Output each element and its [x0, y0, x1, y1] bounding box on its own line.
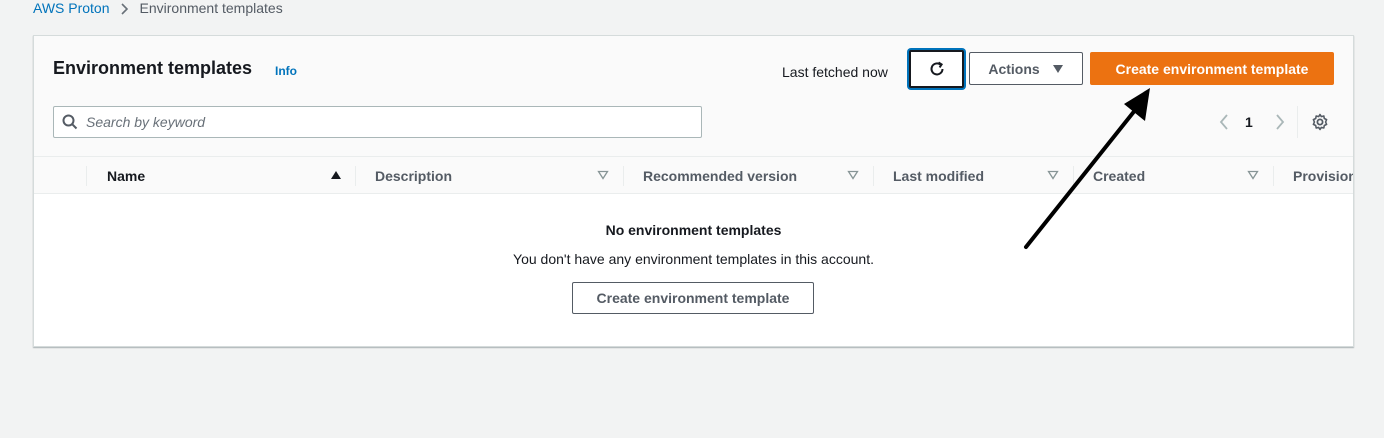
search-input[interactable] [86, 108, 701, 136]
column-separator [355, 166, 356, 186]
column-header-label: Created [1093, 167, 1146, 184]
column-header-label: Last modified [893, 167, 985, 184]
breadcrumb: AWS Proton Environment templates [33, 0, 283, 17]
search-field [53, 106, 702, 138]
last-fetched-text: Last fetched now [782, 64, 888, 80]
create-environment-template-button[interactable]: Create environment template [1090, 52, 1334, 85]
column-header-last-modified[interactable]: Last modified [893, 157, 1113, 194]
chevron-left-icon[interactable] [1216, 113, 1232, 131]
chevron-right-icon[interactable] [1272, 113, 1288, 131]
gear-icon[interactable] [1310, 112, 1330, 132]
pagination-current-page[interactable]: 1 [1245, 114, 1253, 130]
sort-none-icon [847, 170, 859, 180]
search-icon [54, 114, 86, 130]
info-link[interactable]: Info [275, 64, 297, 78]
column-separator [623, 166, 624, 186]
column-separator [873, 166, 874, 186]
sort-none-icon [597, 170, 609, 180]
refresh-button[interactable] [909, 50, 964, 88]
column-header-label: Recommended version [643, 167, 798, 184]
column-header-label: Provision [1293, 167, 1354, 184]
breadcrumb-link-aws-proton[interactable]: AWS Proton [33, 0, 110, 17]
caret-down-icon [1052, 64, 1064, 74]
page-title: Environment templates [53, 58, 253, 78]
column-separator [86, 166, 87, 186]
environment-templates-panel: Environment templates Info Last fetched … [33, 35, 1354, 347]
sort-none-icon [1047, 170, 1059, 180]
breadcrumb-current: Environment templates [139, 0, 283, 16]
column-header-created[interactable]: Created [1093, 157, 1273, 194]
column-header-label: Description [375, 167, 453, 184]
column-separator [1073, 166, 1074, 186]
column-header-name[interactable]: Name [107, 157, 347, 194]
empty-state-description: You don't have any environment templates… [513, 251, 874, 267]
column-header-recommended-version[interactable]: Recommended version [643, 157, 863, 194]
refresh-icon [928, 60, 946, 78]
actions-button-label: Actions [988, 60, 1040, 77]
table-header: Name Description Recommended version Las… [34, 156, 1353, 194]
column-header-label: Name [107, 167, 146, 184]
actions-button[interactable]: Actions [969, 52, 1083, 85]
sort-ascending-icon [330, 170, 342, 180]
column-header-provision[interactable]: Provision [1293, 157, 1354, 194]
column-header-description[interactable]: Description [375, 157, 615, 194]
chevron-right-icon [120, 2, 130, 15]
empty-state-title: No environment templates [605, 222, 782, 238]
pagination-divider [1297, 106, 1298, 138]
column-separator [1273, 166, 1274, 186]
sort-none-icon [1247, 170, 1259, 180]
empty-state-create-button[interactable]: Create environment template [572, 282, 814, 314]
